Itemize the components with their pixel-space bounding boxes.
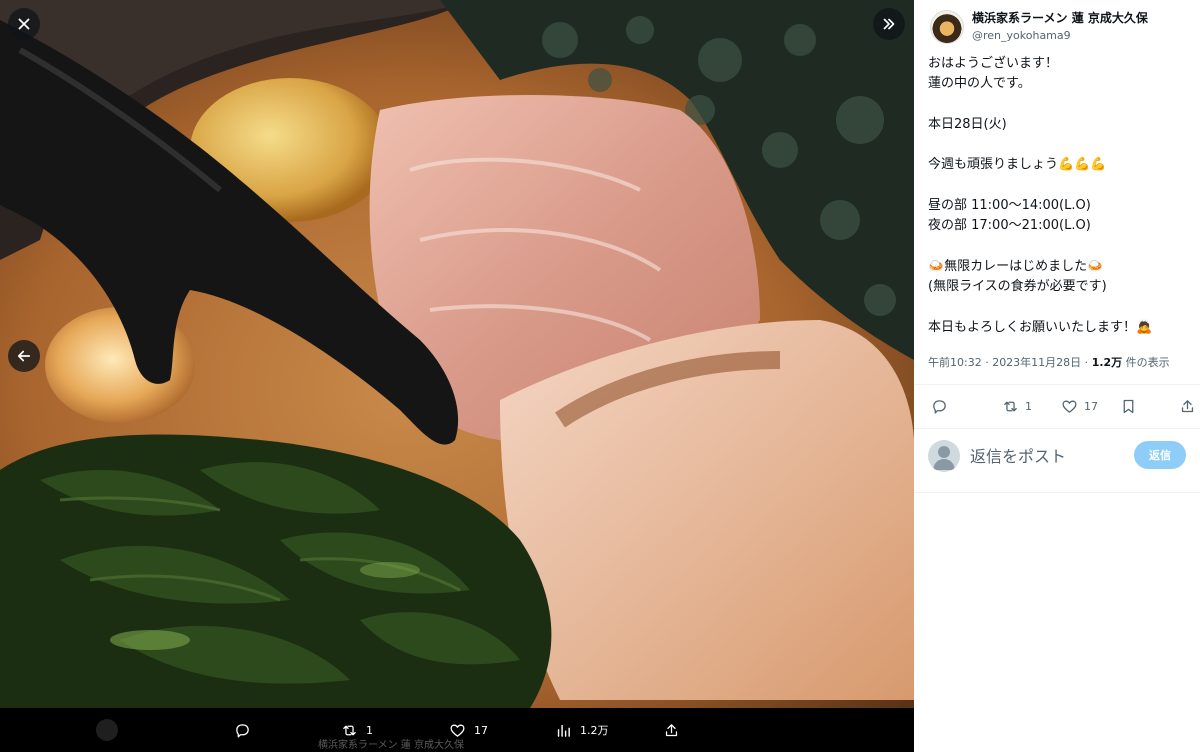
- expand-sidebar-button[interactable]: [873, 8, 905, 40]
- tweet-text: おはようございます！ 蓮の中の人です。 本日28日(火) 今週も頑張りましょう💪…: [928, 56, 1153, 335]
- tweet-views-number: 1.2万: [1091, 356, 1123, 369]
- reply-icon: [933, 399, 946, 414]
- tweet-timestamp[interactable]: 午前10:32 · 2023年11月28日: [928, 356, 1081, 369]
- media-ghost-caption: 横浜家系ラーメン 蓮 京成大久保: [318, 740, 464, 751]
- like-button[interactable]: 17: [1061, 386, 1098, 426]
- ghost-author: [96, 708, 118, 752]
- views-icon: [557, 724, 570, 737]
- expand-icon: [883, 18, 895, 30]
- ramen-photo: [0, 0, 914, 708]
- tweet-views-label: 件の表示: [1122, 356, 1170, 369]
- divider: [914, 492, 1200, 493]
- retweet-count: 1: [1025, 399, 1032, 413]
- divider: [914, 428, 1200, 429]
- ghost-avatar: [96, 719, 118, 741]
- media-share-button[interactable]: [663, 708, 680, 752]
- media-action-bar: 1 17 1.2万 横浜家系ラーメン 蓮 京成大久保: [0, 708, 914, 752]
- bookmark-button[interactable]: [1120, 386, 1137, 426]
- author-display-name[interactable]: 横浜家系ラーメン 蓮 京成大久保: [972, 10, 1148, 27]
- like-icon: [1062, 400, 1077, 413]
- close-button[interactable]: [8, 8, 40, 40]
- reply-composer: 返信: [928, 438, 1186, 474]
- media-like-count: 17: [474, 723, 488, 737]
- retweet-button[interactable]: 1: [1002, 386, 1032, 426]
- share-icon: [1181, 399, 1194, 412]
- share-icon: [665, 723, 678, 736]
- divider: [914, 384, 1200, 385]
- media-views-count: 1.2万: [580, 724, 609, 737]
- media-retweet-count: 1: [366, 723, 373, 737]
- reply-input[interactable]: [970, 444, 1140, 468]
- media-reply-button[interactable]: [234, 708, 251, 752]
- tweet-meta: 午前10:32 · 2023年11月28日 · 1.2万 件の表示: [928, 356, 1170, 369]
- like-count: 17: [1084, 399, 1098, 413]
- reply-submit-button[interactable]: 返信: [1134, 441, 1186, 469]
- author-avatar[interactable]: [930, 10, 964, 44]
- back-arrow-icon: [17, 350, 31, 362]
- media-viewer: 1 17 1.2万 横浜家系ラーメン 蓮 京成大久保: [0, 0, 914, 752]
- current-user-avatar[interactable]: [928, 440, 960, 472]
- author-names: 横浜家系ラーメン 蓮 京成大久保 @ren_yokohama9: [972, 10, 1148, 44]
- media-views-button[interactable]: 1.2万: [555, 708, 609, 752]
- tweet-panel: 横浜家系ラーメン 蓮 京成大久保 @ren_yokohama9 おはようございま…: [914, 0, 1200, 752]
- reply-button[interactable]: [931, 386, 948, 426]
- share-button[interactable]: [1179, 386, 1196, 426]
- reply-icon: [236, 723, 249, 738]
- previous-image-button[interactable]: [8, 340, 40, 372]
- tweet-actions: 1 17: [928, 386, 1194, 426]
- tweet-header: 横浜家系ラーメン 蓮 京成大久保 @ren_yokohama9: [930, 10, 1148, 44]
- retweet-icon: [1004, 401, 1017, 411]
- author-handle[interactable]: @ren_yokohama9: [972, 27, 1148, 44]
- avatar-placeholder-icon: [933, 446, 955, 470]
- bookmark-icon: [1123, 399, 1134, 413]
- close-icon: [18, 18, 30, 30]
